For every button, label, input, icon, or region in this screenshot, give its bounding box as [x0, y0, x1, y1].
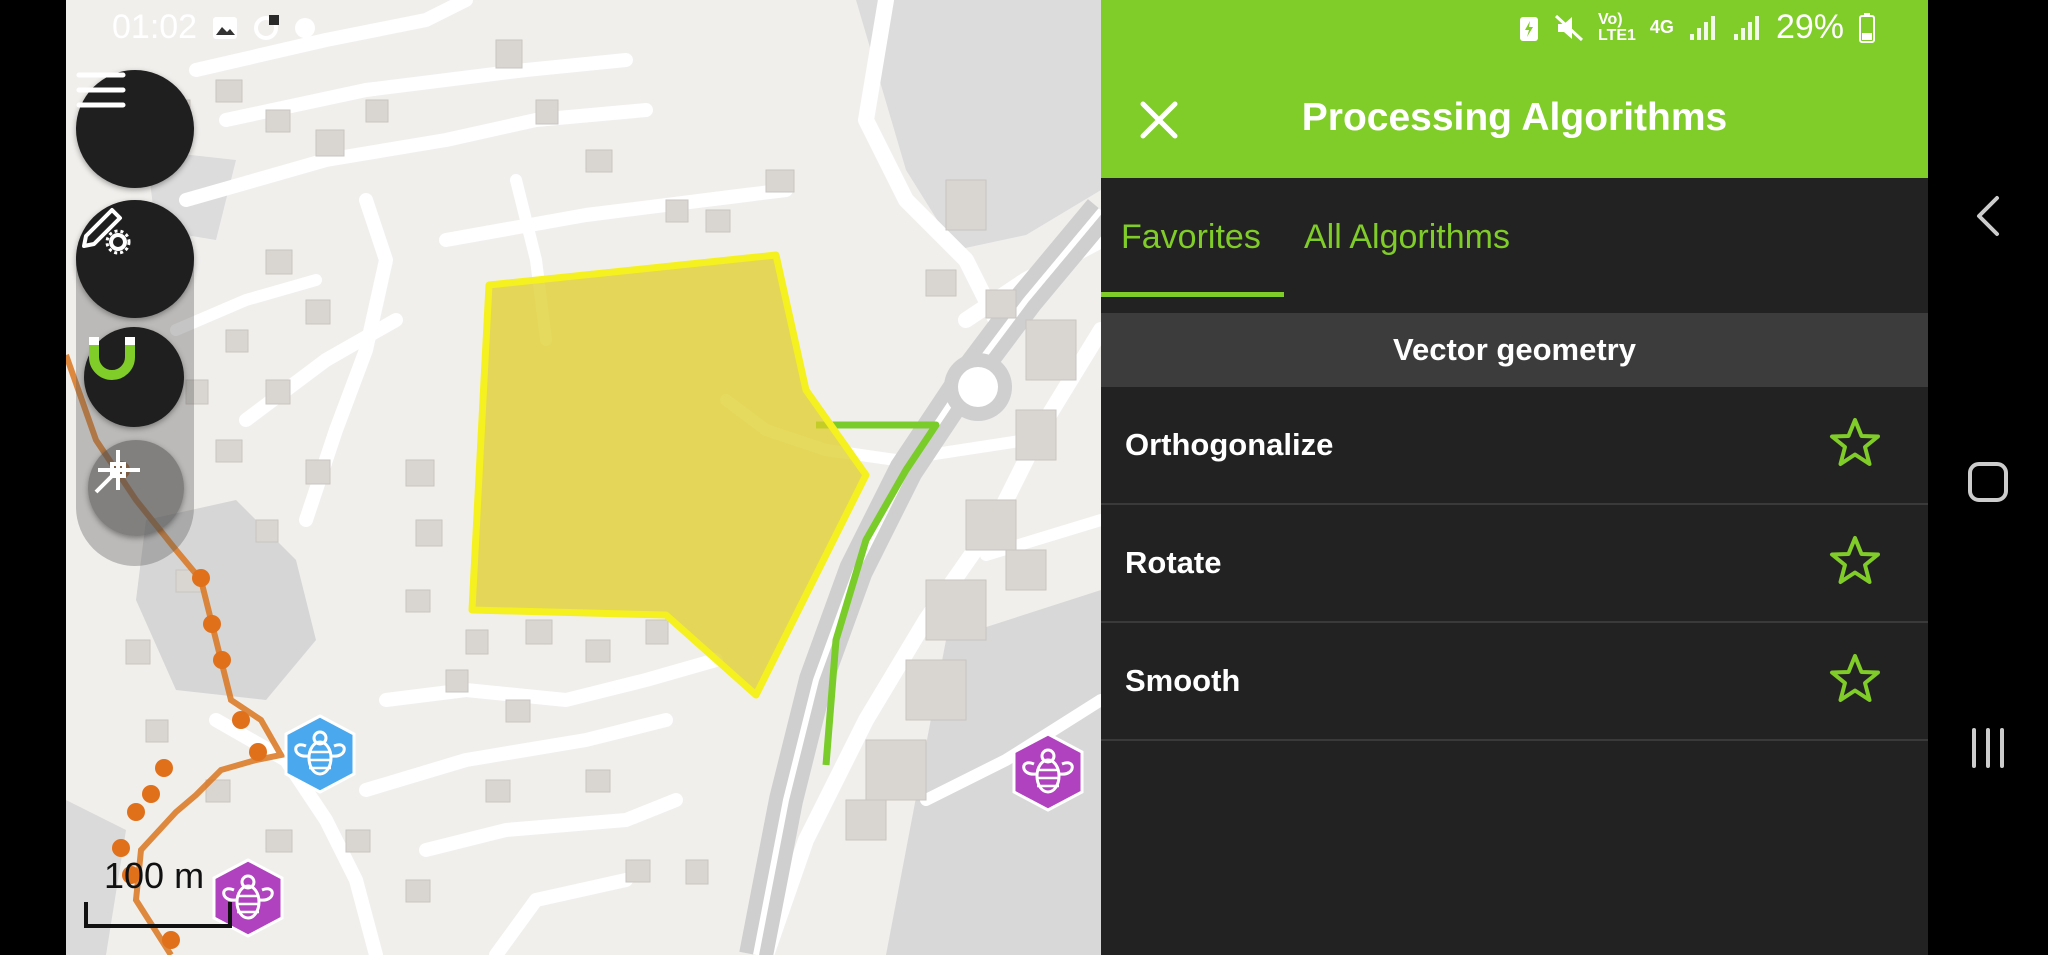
- network-type: 4G: [1649, 17, 1674, 37]
- algorithm-row-orthogonalize[interactable]: Orthogonalize: [1101, 387, 1928, 505]
- system-navigation-bar: [1928, 0, 2048, 955]
- scale-bar: [84, 902, 232, 928]
- home-square-icon: [1968, 462, 2008, 502]
- volte-icon: Vo) LTE1: [1597, 10, 1636, 44]
- status-bar-right: Vo) LTE1 4G 29%: [1518, 8, 1876, 47]
- algorithm-label: Smooth: [1125, 663, 1241, 698]
- vertex-tool-icon: [94, 450, 140, 494]
- hamburger-menu-icon: [76, 72, 126, 108]
- clock: 01:02: [112, 8, 198, 46]
- map-graphics: [66, 0, 1101, 955]
- algorithm-label: Rotate: [1125, 545, 1222, 580]
- pencil-gear-icon: [82, 208, 131, 255]
- bee-marker-icon[interactable]: [284, 714, 356, 794]
- algorithm-row-smooth[interactable]: Smooth: [1101, 623, 1928, 741]
- algorithm-row-rotate[interactable]: Rotate: [1101, 505, 1928, 623]
- battery-saver-icon: [1519, 16, 1538, 41]
- section-header: Vector geometry: [1101, 313, 1928, 387]
- status-bar-left: 01:02: [112, 8, 317, 47]
- processing-panel: Vo) LTE1 4G 29% Processing Algorithms Fav…: [1101, 0, 1928, 955]
- recents-icon: [1972, 728, 2004, 768]
- back-button[interactable]: [1960, 188, 2016, 244]
- snapping-button[interactable]: [84, 327, 184, 427]
- map-canvas[interactable]: 100 m: [66, 0, 1101, 955]
- battery-icon: [1859, 12, 1875, 43]
- algorithm-label: Orthogonalize: [1125, 427, 1334, 462]
- signal-icon: [1733, 15, 1759, 40]
- add-vertex-button[interactable]: [88, 440, 184, 536]
- panel-title: Processing Algorithms: [1301, 96, 1728, 139]
- mute-icon: [1554, 14, 1584, 41]
- sync-icon: [254, 14, 280, 40]
- gallery-icon: [213, 16, 238, 39]
- home-button[interactable]: [1960, 454, 2016, 510]
- edit-settings-button[interactable]: [76, 200, 194, 318]
- tab-favorites[interactable]: Favorites: [1121, 218, 1261, 257]
- signal-icon: [1689, 15, 1715, 40]
- recents-button[interactable]: [1960, 720, 2016, 776]
- active-tab-indicator: [1101, 292, 1284, 297]
- favorite-star-icon[interactable]: [1829, 417, 1881, 469]
- tab-all-algorithms[interactable]: All Algorithms: [1304, 218, 1510, 257]
- favorite-star-icon[interactable]: [1829, 653, 1881, 705]
- notification-dot-icon: [295, 17, 316, 38]
- magnet-icon: [89, 337, 135, 380]
- bee-marker-icon[interactable]: [1012, 732, 1084, 812]
- favorite-star-icon[interactable]: [1829, 535, 1881, 587]
- back-chevron-icon: [1977, 196, 1999, 236]
- scale-label: 100 m: [104, 855, 205, 896]
- battery-percent: 29%: [1775, 8, 1844, 46]
- main-menu-button[interactable]: [76, 70, 194, 188]
- panel-header: Vo) LTE1 4G 29% Processing Algorithms: [1101, 0, 1928, 178]
